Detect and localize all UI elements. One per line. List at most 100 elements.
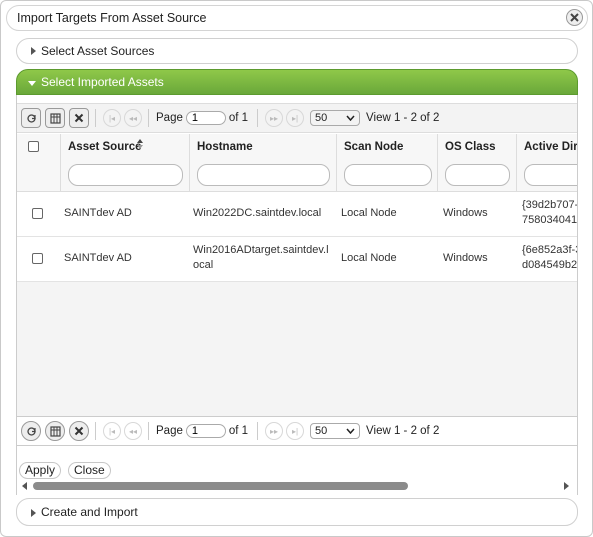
cell-asset-source: SAINTdev AD — [64, 207, 132, 219]
filter-hostname-input[interactable] — [197, 164, 330, 186]
pager-separator — [95, 109, 96, 127]
dialog-titlebar: Import Targets From Asset Source — [6, 5, 588, 31]
expanded-arrow-icon — [28, 81, 36, 86]
column-hostname[interactable]: Hostname — [190, 134, 337, 192]
first-page-icon[interactable]: |◂ — [103, 422, 121, 440]
page-of-label: of 1 — [228, 425, 249, 437]
columns-button[interactable] — [45, 421, 65, 441]
section-label: Select Imported Assets — [41, 75, 164, 89]
refresh-button[interactable] — [21, 108, 41, 128]
dialog-title: Import Targets From Asset Source — [17, 11, 207, 25]
cell-os-class: Windows — [443, 252, 488, 264]
cell-scan-node: Local Node — [341, 207, 397, 219]
column-header-asset-source: Asset Source — [68, 141, 142, 153]
section-label: Select Asset Sources — [41, 44, 155, 58]
bottom-pager: |◂ ◂◂ Page of 1 ▸▸ ▸| 50 View 1 - 2 of 2 — [17, 416, 577, 446]
rows-per-page-select[interactable]: 50 — [310, 423, 361, 439]
horizontal-scrollbar[interactable] — [19, 479, 575, 493]
cell-active-directory-line1: {39d2b707- — [522, 199, 578, 211]
rows-per-page-select[interactable]: 50 — [310, 110, 361, 126]
view-records-text: View 1 - 2 of 2 — [366, 112, 440, 124]
column-header-active-directory: Active Dire — [524, 141, 578, 153]
filter-scan-node-input[interactable] — [344, 164, 432, 186]
pager-separator — [148, 109, 149, 127]
column-header-os-class: OS Class — [445, 141, 496, 153]
filter-active-directory-input[interactable] — [524, 164, 577, 186]
imported-assets-panel: |◂ ◂◂ Page of 1 ▸▸ ▸| 50 View 1 - 2 of 2… — [16, 95, 578, 495]
cell-hostname-line1: Win2016ADtarget.saintdev.l — [193, 244, 329, 256]
scrollbar-thumb[interactable] — [33, 482, 408, 490]
column-scan-node[interactable]: Scan Node — [337, 134, 438, 192]
table-row[interactable]: SAINTdev AD Win2022DC.saintdev.local Loc… — [17, 192, 578, 237]
cell-os-class: Windows — [443, 207, 488, 219]
section-label: Create and Import — [41, 505, 138, 519]
clear-icon — [74, 426, 84, 436]
close-dialog-button[interactable] — [566, 9, 583, 26]
cell-active-directory-line2: 758034041 — [522, 214, 578, 226]
first-page-icon[interactable]: |◂ — [103, 109, 121, 127]
pager-separator — [95, 422, 96, 440]
last-page-icon[interactable]: ▸| — [286, 109, 305, 127]
prev-page-icon[interactable]: ◂◂ — [124, 422, 142, 440]
next-page-icon[interactable]: ▸▸ — [265, 422, 284, 440]
collapsed-arrow-icon — [31, 509, 36, 517]
filter-asset-source-input[interactable] — [68, 164, 183, 186]
sort-asc-icon — [137, 139, 143, 143]
chevron-down-icon — [346, 428, 355, 434]
cell-scan-node: Local Node — [341, 252, 397, 264]
columns-button[interactable] — [45, 108, 65, 128]
clear-filters-button[interactable] — [69, 421, 89, 441]
select-all-checkbox[interactable] — [28, 141, 39, 152]
grid-empty-area — [17, 282, 577, 416]
refresh-icon — [26, 113, 36, 123]
refresh-button[interactable] — [21, 421, 41, 441]
table-row[interactable]: SAINTdev AD Win2016ADtarget.saintdev.l o… — [17, 237, 578, 282]
page-label: Page — [156, 112, 183, 124]
grid-header: Asset Source Hostname Scan Node OS Class… — [17, 134, 578, 192]
page-number-input[interactable] — [185, 111, 226, 125]
select-asset-sources-header[interactable]: Select Asset Sources — [16, 38, 578, 64]
page-of-label: of 1 — [228, 112, 249, 124]
clear-icon — [74, 113, 84, 123]
create-and-import-header[interactable]: Create and Import — [16, 498, 578, 526]
chevron-down-icon — [346, 115, 355, 121]
prev-page-icon[interactable]: ◂◂ — [124, 109, 142, 127]
row-checkbox[interactable] — [32, 253, 43, 264]
page-label: Page — [156, 425, 183, 437]
pager-separator — [257, 422, 259, 440]
cell-active-directory-line1: {6e852a3f-3 — [522, 244, 578, 256]
scroll-right-icon[interactable] — [564, 482, 569, 490]
view-records-text: View 1 - 2 of 2 — [366, 425, 440, 437]
last-page-icon[interactable]: ▸| — [286, 422, 305, 440]
columns-icon — [49, 112, 61, 124]
column-header-scan-node: Scan Node — [344, 141, 404, 153]
collapsed-arrow-icon — [31, 47, 36, 55]
close-button[interactable]: Close — [68, 462, 111, 479]
rows-per-page-value: 50 — [315, 425, 328, 437]
page-number-input[interactable] — [185, 424, 226, 438]
column-header-hostname: Hostname — [197, 141, 253, 153]
pager-separator — [148, 422, 149, 440]
columns-icon — [49, 425, 61, 437]
select-imported-assets-header[interactable]: Select Imported Assets — [16, 69, 578, 95]
sort-desc-icon — [137, 145, 143, 149]
select-all-column — [17, 134, 61, 192]
refresh-icon — [26, 426, 36, 436]
next-page-icon[interactable]: ▸▸ — [265, 109, 284, 127]
column-active-directory[interactable]: Active Dire — [517, 134, 578, 192]
close-icon — [570, 13, 579, 22]
apply-button[interactable]: Apply — [19, 462, 62, 479]
top-pager: |◂ ◂◂ Page of 1 ▸▸ ▸| 50 View 1 - 2 of 2 — [17, 103, 577, 133]
cell-asset-source: SAINTdev AD — [64, 252, 132, 264]
scroll-left-icon[interactable] — [22, 482, 27, 490]
column-os-class[interactable]: OS Class — [438, 134, 517, 192]
clear-filters-button[interactable] — [69, 108, 89, 128]
column-asset-source[interactable]: Asset Source — [61, 134, 190, 192]
pager-separator — [257, 109, 259, 127]
import-targets-dialog: Import Targets From Asset Source Select … — [0, 0, 593, 537]
row-checkbox[interactable] — [32, 208, 43, 219]
filter-os-class-input[interactable] — [445, 164, 510, 186]
cell-hostname-line2: ocal — [193, 259, 214, 271]
cell-hostname: Win2022DC.saintdev.local — [193, 207, 322, 219]
rows-per-page-value: 50 — [315, 112, 328, 124]
